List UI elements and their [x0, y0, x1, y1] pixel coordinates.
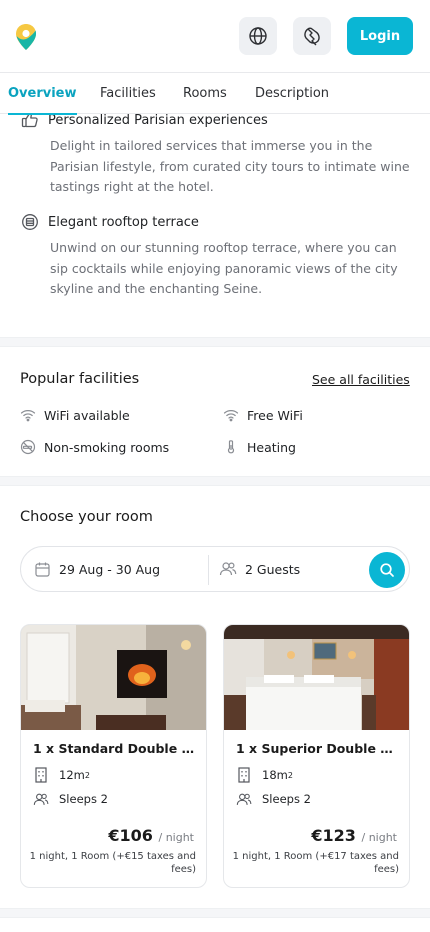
wifi-icon: [223, 407, 239, 423]
facility-label: Free WiFi: [247, 407, 303, 423]
room-sleeps-value: Sleeps 2: [59, 792, 108, 806]
see-all-facilities-link[interactable]: See all facilities: [312, 372, 410, 387]
building-icon: [236, 767, 252, 783]
room-card[interactable]: 1 x Superior Double Room 18m2 Sleeps 2 €…: [223, 624, 410, 888]
guests-icon: [219, 560, 237, 578]
room-price-note: 1 night, 1 Room (+€15 taxes and fees): [29, 851, 196, 875]
guests-icon: [236, 791, 252, 807]
room-card[interactable]: 1 x Standard Double Room 12m2 Sleeps 2 €…: [20, 624, 207, 888]
room-size: 12m 2: [33, 767, 90, 783]
date-range-value: 29 Aug - 30 Aug: [59, 561, 161, 577]
room-size-value: 18m: [262, 768, 288, 782]
tab-facilities[interactable]: Facilities: [100, 73, 156, 114]
room-sleeps: Sleeps 2: [236, 791, 311, 807]
date-range-field[interactable]: 29 Aug - 30 Aug: [33, 560, 160, 578]
facility-item: Non-smoking rooms: [20, 439, 169, 455]
search-button[interactable]: [369, 552, 405, 588]
experience-description: Unwind on our stunning rooftop terrace, …: [50, 240, 398, 296]
calendar-icon: [33, 560, 51, 578]
globe-icon: [249, 27, 267, 45]
no-smoking-icon: [20, 439, 36, 455]
facility-item: Free WiFi: [223, 407, 303, 423]
section-divider: [0, 337, 430, 347]
section-divider: [0, 908, 430, 918]
room-price-value: €106: [108, 826, 153, 845]
building-icon: [33, 767, 49, 783]
room-sleeps: Sleeps 2: [33, 791, 108, 807]
tab-overview[interactable]: Overview: [8, 73, 77, 115]
tab-rooms[interactable]: Rooms: [183, 73, 227, 114]
room-sleeps-value: Sleeps 2: [262, 792, 311, 806]
room-price-unit: / night: [158, 831, 195, 844]
room-name: 1 x Standard Double Room: [33, 741, 198, 756]
room-size: 18m 2: [236, 767, 293, 783]
guests-icon: [33, 791, 49, 807]
location-pin-logo[interactable]: [15, 23, 37, 51]
room-price-unit: / night: [361, 831, 398, 844]
room-photo: [21, 625, 206, 730]
rooms-title: Choose your room: [20, 509, 153, 525]
guests-field[interactable]: 2 Guests: [219, 560, 300, 578]
room-price-note: 1 night, 1 Room (+€17 taxes and fees): [232, 851, 399, 875]
experience-item: Elegant rooftop terrace Unwind on our st…: [20, 212, 412, 300]
section-tabs: Overview Facilities Rooms Description: [0, 72, 430, 115]
rooftop-icon: [20, 212, 40, 232]
search-divider: [208, 555, 209, 585]
room-price: €123 / night: [311, 826, 397, 845]
search-icon: [380, 563, 394, 577]
room-price-value: €123: [311, 826, 356, 845]
theme-toggle-button[interactable]: [293, 17, 331, 55]
facility-label: Heating: [247, 439, 296, 455]
experience-title: Personalized Parisian experiences: [48, 112, 268, 128]
room-size-unit-sup: 2: [84, 770, 90, 780]
facility-item: WiFi available: [20, 407, 130, 423]
wifi-icon: [20, 407, 36, 423]
thermometer-icon: [223, 439, 239, 455]
theme-toggle-icon: [304, 27, 320, 46]
experience-description: Delight in tailored services that immers…: [50, 138, 410, 194]
experience-title: Elegant rooftop terrace: [48, 214, 199, 230]
guests-value: 2 Guests: [245, 561, 301, 577]
language-button[interactable]: [239, 17, 277, 55]
experience-item: Personalized Parisian experiences Deligh…: [20, 110, 412, 198]
tab-description[interactable]: Description: [255, 73, 329, 114]
facilities-title: Popular facilities: [20, 371, 140, 387]
room-search-bar: 29 Aug - 30 Aug 2 Guests: [20, 546, 410, 592]
room-price: €106 / night: [108, 826, 194, 845]
room-size-value: 12m: [59, 768, 85, 782]
room-photo: [224, 625, 409, 730]
login-button[interactable]: Login: [347, 17, 413, 55]
room-name: 1 x Superior Double Room: [236, 741, 401, 756]
facility-label: WiFi available: [44, 407, 130, 423]
facility-label: Non-smoking rooms: [44, 439, 170, 455]
section-divider: [0, 476, 430, 486]
app-header: Login: [0, 0, 430, 72]
room-size-unit-sup: 2: [287, 770, 293, 780]
facility-item: Heating: [223, 439, 296, 455]
